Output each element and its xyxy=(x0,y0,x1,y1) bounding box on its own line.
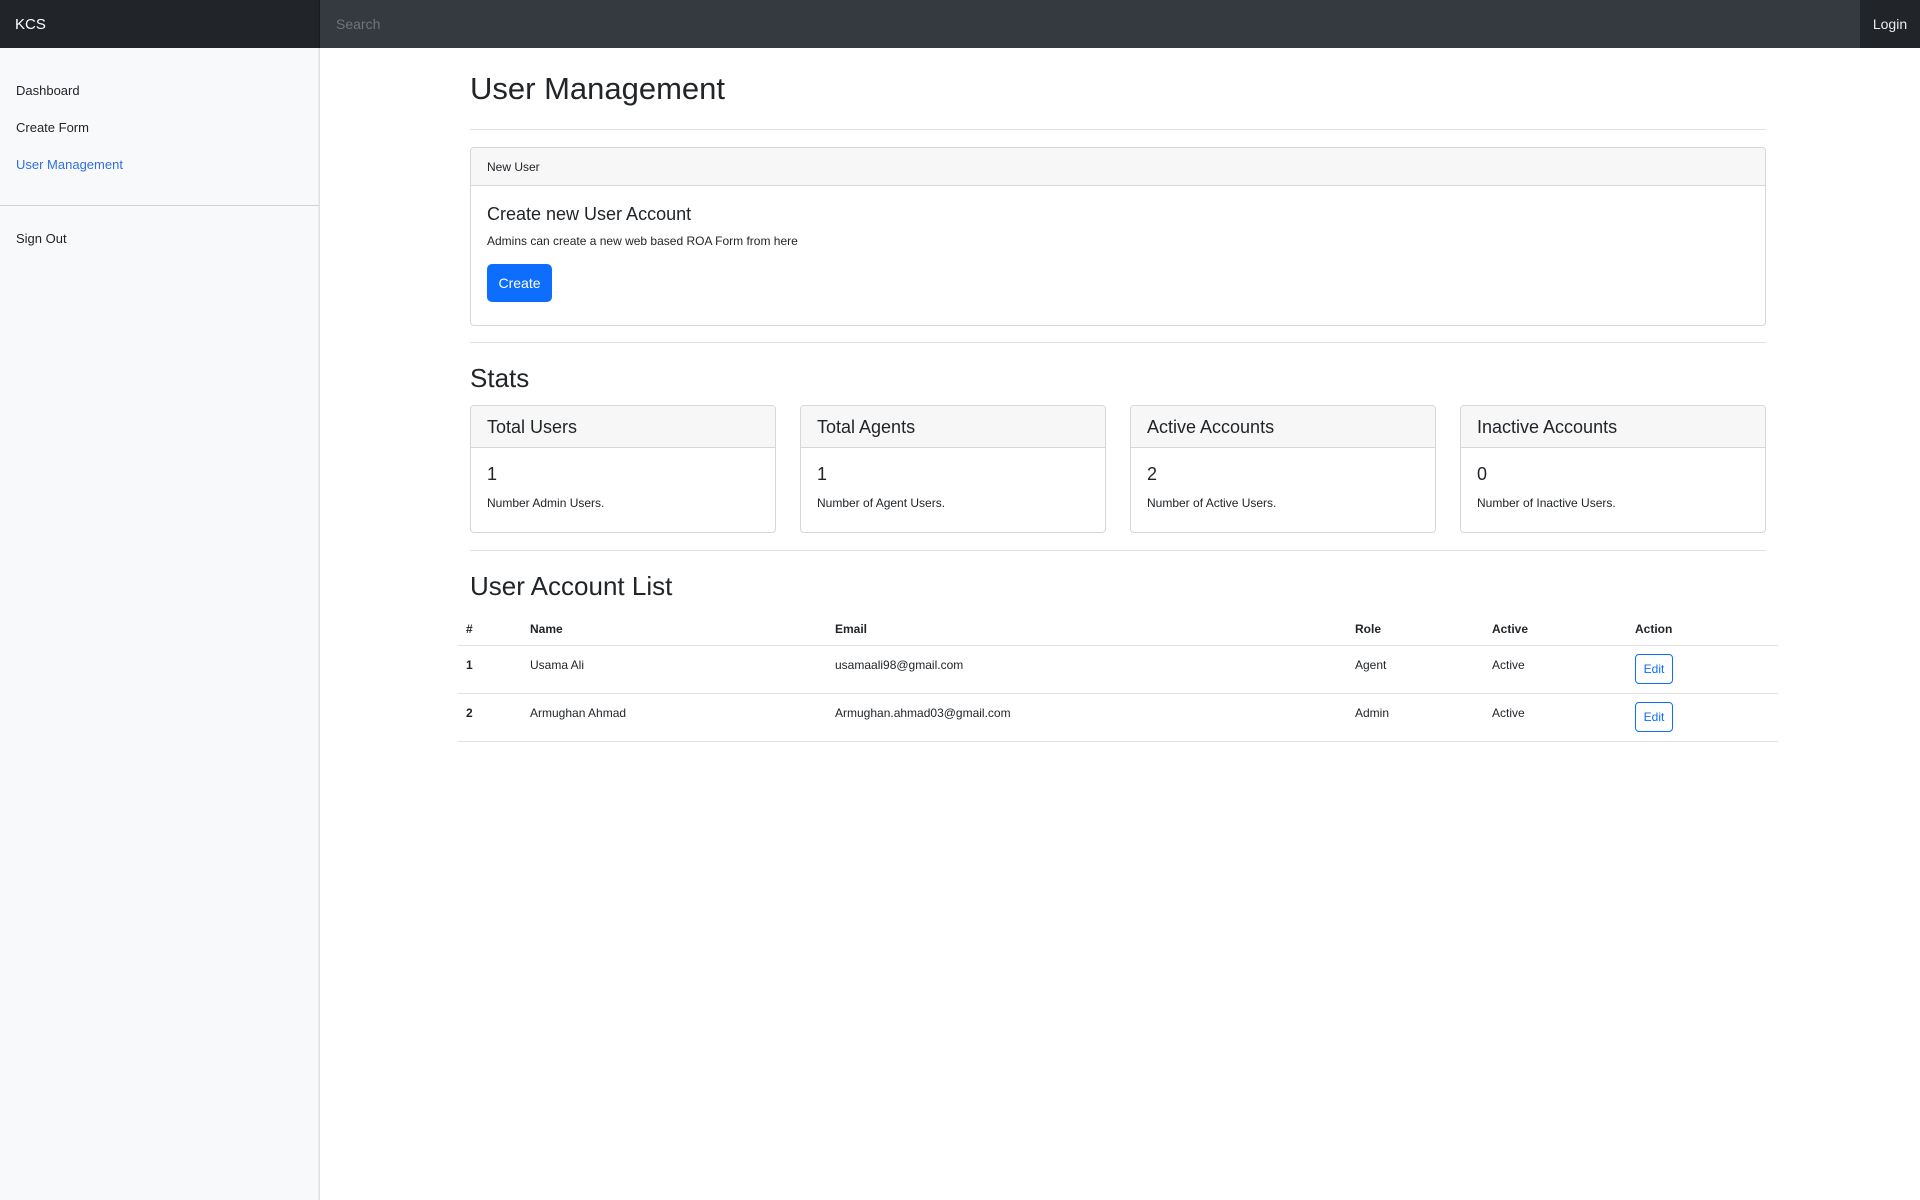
row-name: Usama Ali xyxy=(522,645,827,694)
user-table-wrapper: # Name Email Role Active Action 1 Usama … xyxy=(458,613,1778,753)
top-navbar: KCS Login xyxy=(0,0,1920,48)
row-active-status: Active xyxy=(1484,693,1627,742)
stats-row: Total Users 1 Number Admin Users. Total … xyxy=(470,405,1766,533)
edit-button[interactable]: Edit xyxy=(1635,701,1673,732)
table-header-row: # Name Email Role Active Action xyxy=(458,613,1778,646)
page-title: User Management xyxy=(470,71,726,106)
create-button[interactable]: Create xyxy=(487,264,552,302)
column-header-name: Name xyxy=(522,613,827,646)
stat-value: 1 xyxy=(487,464,498,484)
new-user-card-title: Create new User Account xyxy=(487,204,692,224)
column-header-action: Action xyxy=(1627,613,1778,646)
new-user-card-body: Create new User Account Admins can creat… xyxy=(471,186,1765,320)
stat-card-body: 2 Number of Active Users. xyxy=(1131,448,1435,526)
stat-card-body: 1 Number of Agent Users. xyxy=(801,448,1105,526)
row-action-cell: Edit xyxy=(1627,693,1778,742)
edit-button[interactable]: Edit xyxy=(1635,653,1673,684)
stat-card-header: Total Users xyxy=(471,406,775,448)
row-name: Armughan Ahmad xyxy=(522,693,827,742)
row-number: 2 xyxy=(458,693,522,742)
new-user-card-text: Admins can create a new web based ROA Fo… xyxy=(487,234,798,248)
stat-value: 2 xyxy=(1147,464,1158,484)
stat-card-total-users: Total Users 1 Number Admin Users. xyxy=(470,405,776,533)
row-role: Agent xyxy=(1347,645,1484,694)
stat-value: 1 xyxy=(817,464,828,484)
stat-description: Number of Inactive Users. xyxy=(1477,496,1616,510)
stat-card-total-agents: Total Agents 1 Number of Agent Users. xyxy=(800,405,1106,533)
sidebar-item-user-management[interactable]: User Management xyxy=(0,146,319,183)
user-account-table: # Name Email Role Active Action 1 Usama … xyxy=(458,613,1778,742)
new-user-divider xyxy=(470,342,1766,343)
stat-card-inactive-accounts: Inactive Accounts 0 Number of Inactive U… xyxy=(1460,405,1766,533)
stat-card-header: Active Accounts xyxy=(1131,406,1435,448)
row-email: Armughan.ahmad03@gmail.com xyxy=(827,693,1347,742)
table-row: 1 Usama Ali usamaali98@gmail.com Agent A… xyxy=(458,645,1778,694)
sidebar: Dashboard Create Form User Management Si… xyxy=(0,48,320,1200)
row-email: usamaali98@gmail.com xyxy=(827,645,1347,694)
stat-description: Number of Active Users. xyxy=(1147,496,1277,510)
column-header-active: Active xyxy=(1484,613,1627,646)
sidebar-menu: Dashboard Create Form User Management xyxy=(0,48,319,183)
sidebar-item-create-form[interactable]: Create Form xyxy=(0,109,319,146)
stats-title: Stats xyxy=(470,363,530,393)
stat-value: 0 xyxy=(1477,464,1488,484)
column-header-role: Role xyxy=(1347,613,1484,646)
sidebar-item-dashboard[interactable]: Dashboard xyxy=(0,72,319,109)
stat-card-body: 1 Number Admin Users. xyxy=(471,448,775,526)
column-header-number: # xyxy=(458,613,522,646)
main-content: User Management New User Create new User… xyxy=(458,48,1778,753)
stat-card-header: Total Agents xyxy=(801,406,1105,448)
sidebar-item-sign-out[interactable]: Sign Out xyxy=(0,220,319,257)
new-user-card-header: New User xyxy=(471,148,1765,186)
new-user-card: New User Create new User Account Admins … xyxy=(470,147,1766,326)
title-divider xyxy=(470,129,1766,130)
stat-description: Number of Agent Users. xyxy=(817,496,946,510)
stat-card-body: 0 Number of Inactive Users. xyxy=(1461,448,1765,526)
row-active-status: Active xyxy=(1484,645,1627,694)
table-row: 2 Armughan Ahmad Armughan.ahmad03@gmail.… xyxy=(458,693,1778,742)
stat-card-header: Inactive Accounts xyxy=(1461,406,1765,448)
row-action-cell: Edit xyxy=(1627,645,1778,694)
search-input[interactable] xyxy=(320,0,1860,48)
user-list-title: User Account List xyxy=(470,571,673,601)
row-number: 1 xyxy=(458,645,522,694)
sidebar-divider xyxy=(0,205,319,206)
brand-logo[interactable]: KCS xyxy=(0,0,320,48)
stats-divider xyxy=(470,550,1766,551)
stat-description: Number Admin Users. xyxy=(487,496,605,510)
row-role: Admin xyxy=(1347,693,1484,742)
login-link[interactable]: Login xyxy=(1860,0,1920,48)
stat-card-active-accounts: Active Accounts 2 Number of Active Users… xyxy=(1130,405,1436,533)
column-header-email: Email xyxy=(827,613,1347,646)
